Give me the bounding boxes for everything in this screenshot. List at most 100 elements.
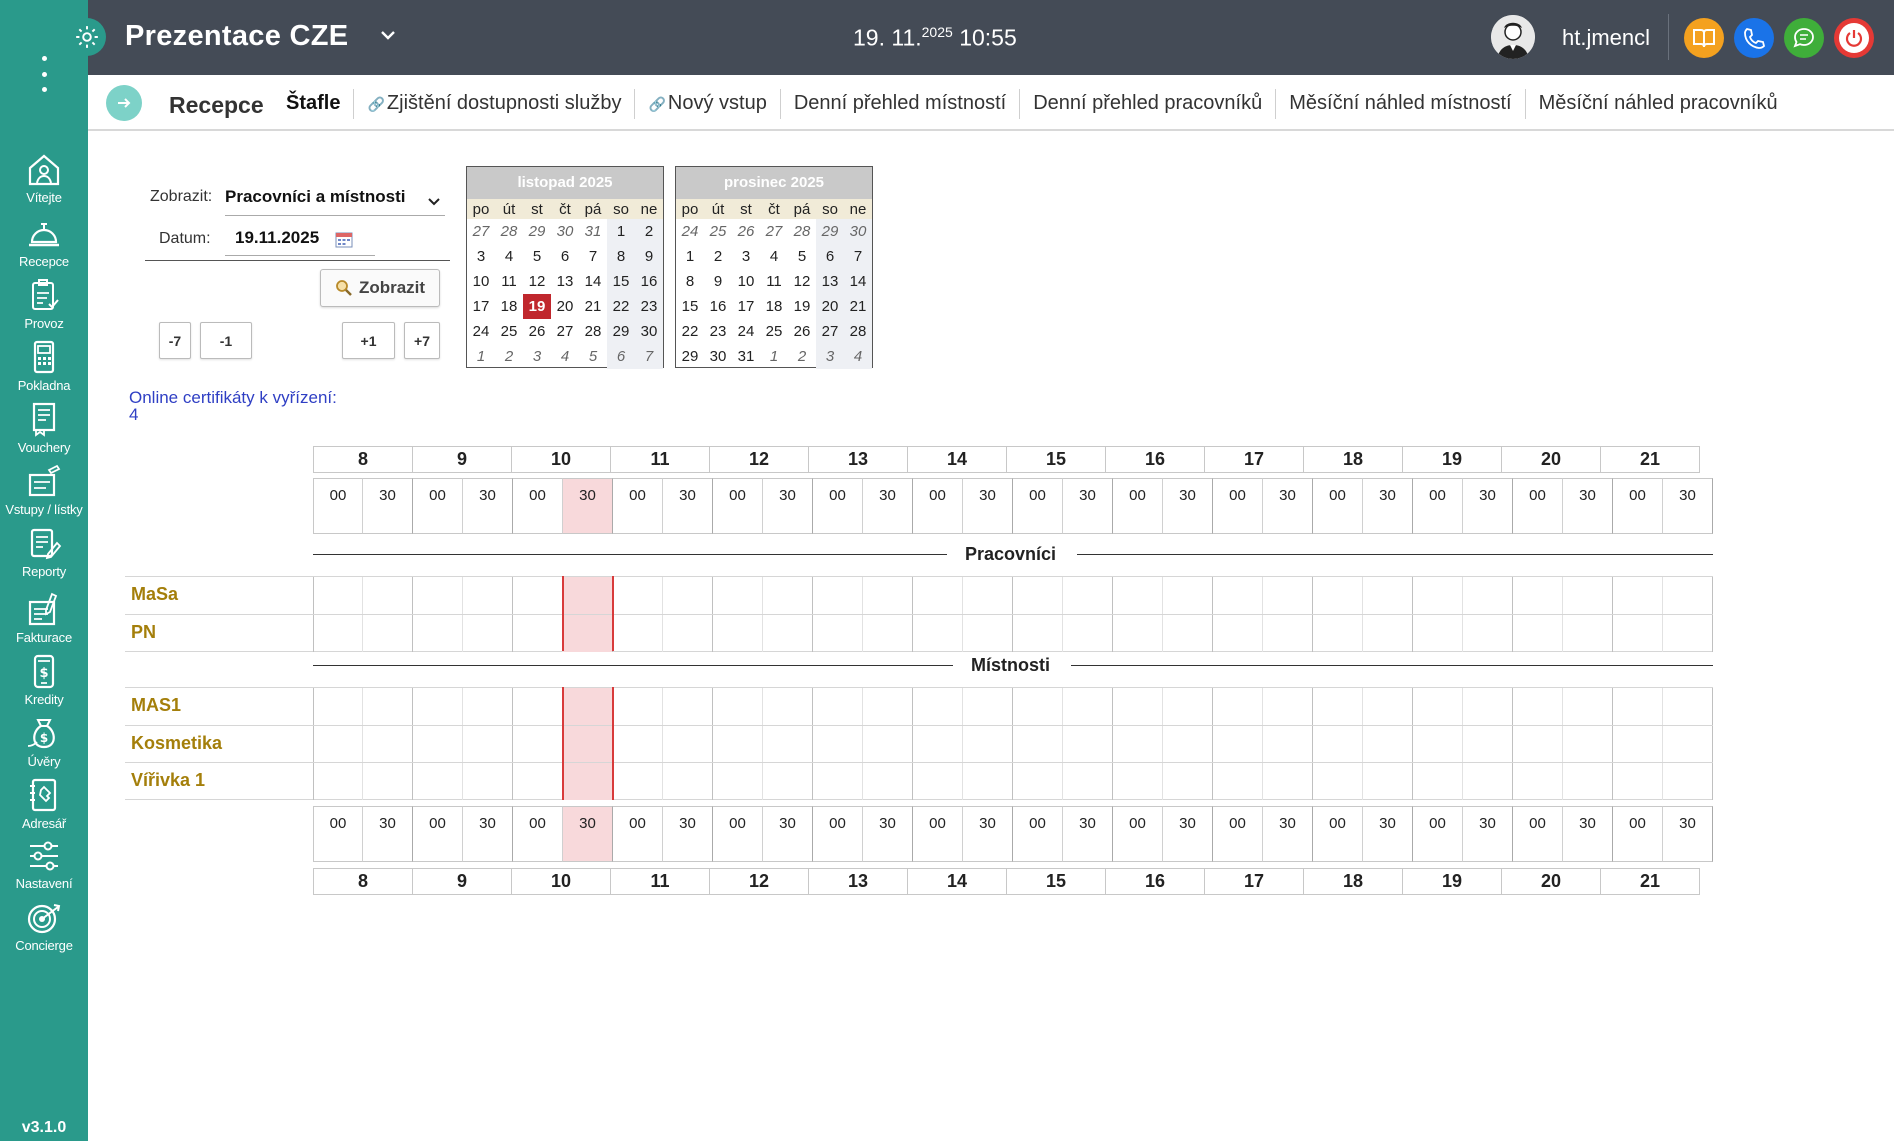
- time-slot[interactable]: [513, 614, 563, 652]
- phone-icon[interactable]: [1734, 18, 1774, 58]
- calendar-day[interactable]: 7: [844, 244, 872, 269]
- time-slot[interactable]: [913, 577, 963, 614]
- calendar-title[interactable]: listopad 2025: [467, 167, 663, 199]
- plus-7-days-button[interactable]: +7: [404, 322, 440, 359]
- time-slot[interactable]: [1213, 688, 1263, 725]
- time-slot[interactable]: [1613, 577, 1663, 614]
- calendar-day[interactable]: 5: [579, 344, 607, 369]
- time-slot[interactable]: [963, 614, 1013, 652]
- time-slot[interactable]: [913, 688, 963, 725]
- time-slot[interactable]: [1163, 577, 1213, 614]
- time-slot[interactable]: [1413, 614, 1463, 652]
- time-slot[interactable]: [1063, 725, 1113, 763]
- time-slot[interactable]: [1313, 688, 1363, 725]
- calendar-day[interactable]: 3: [467, 244, 495, 269]
- time-slot[interactable]: [1613, 614, 1663, 652]
- calendar-day[interactable]: 24: [467, 319, 495, 344]
- time-slot[interactable]: [1463, 688, 1513, 725]
- time-slot[interactable]: [413, 725, 463, 763]
- resource-name[interactable]: Kosmetika: [131, 733, 222, 754]
- time-slot[interactable]: [1513, 614, 1563, 652]
- time-slot[interactable]: [413, 614, 463, 652]
- calendar-day[interactable]: 9: [704, 269, 732, 294]
- time-slot[interactable]: [1613, 763, 1663, 800]
- time-slot[interactable]: [813, 614, 863, 652]
- calendar-day[interactable]: 26: [732, 219, 760, 244]
- time-slot[interactable]: [863, 725, 913, 763]
- time-slot[interactable]: [863, 614, 913, 652]
- time-slot[interactable]: [563, 725, 613, 763]
- time-slot[interactable]: [613, 577, 663, 614]
- time-slot[interactable]: [413, 577, 463, 614]
- calendar-day[interactable]: 10: [732, 269, 760, 294]
- time-slot[interactable]: [813, 763, 863, 800]
- time-slot[interactable]: [313, 725, 363, 763]
- sidebar-item-11[interactable]: Nastavení: [0, 836, 88, 906]
- time-slot[interactable]: [1513, 688, 1563, 725]
- sidebar-item-5[interactable]: Vstupy / lístky: [0, 462, 88, 532]
- time-slot[interactable]: [663, 725, 713, 763]
- time-slot[interactable]: [1513, 577, 1563, 614]
- calendar-day[interactable]: 29: [676, 344, 704, 369]
- chat-icon[interactable]: [1784, 18, 1824, 58]
- calendar-day[interactable]: 28: [579, 319, 607, 344]
- resource-name[interactable]: Vířivka 1: [131, 770, 205, 791]
- time-slot[interactable]: [763, 614, 813, 652]
- calendar-day[interactable]: 11: [760, 269, 788, 294]
- time-slot[interactable]: [1463, 577, 1513, 614]
- minus-1-day-button[interactable]: -1: [200, 322, 252, 359]
- calendar-day[interactable]: 2: [495, 344, 523, 369]
- calendar-day[interactable]: 29: [607, 319, 635, 344]
- time-slot[interactable]: [563, 614, 613, 652]
- sidebar-item-0[interactable]: Vítejte: [0, 150, 88, 220]
- time-slot[interactable]: [813, 577, 863, 614]
- calendar-day[interactable]: 20: [816, 294, 844, 319]
- calendar-day[interactable]: 26: [523, 319, 551, 344]
- time-slot[interactable]: [1363, 725, 1413, 763]
- time-slot[interactable]: [1563, 763, 1613, 800]
- time-slot[interactable]: [713, 763, 763, 800]
- calendar-day[interactable]: 25: [760, 319, 788, 344]
- time-slot[interactable]: [963, 763, 1013, 800]
- time-slot[interactable]: [1663, 725, 1713, 763]
- calendar-day[interactable]: 7: [579, 244, 607, 269]
- tab-5[interactable]: Měsíční náhled místností: [1276, 89, 1526, 119]
- time-slot[interactable]: [713, 725, 763, 763]
- time-slot[interactable]: [613, 725, 663, 763]
- time-slot[interactable]: [1363, 577, 1413, 614]
- time-slot[interactable]: [513, 577, 563, 614]
- time-slot[interactable]: [1263, 577, 1313, 614]
- calendar-day[interactable]: 12: [523, 269, 551, 294]
- username[interactable]: ht.jmencl: [1562, 25, 1650, 51]
- time-slot[interactable]: [713, 614, 763, 652]
- time-slot[interactable]: [1363, 614, 1413, 652]
- time-slot[interactable]: [1313, 725, 1363, 763]
- settings-gear-icon[interactable]: [68, 18, 106, 56]
- time-slot[interactable]: [363, 763, 413, 800]
- time-slot[interactable]: [363, 614, 413, 652]
- calendar-day[interactable]: 9: [635, 244, 663, 269]
- calendar-day[interactable]: 30: [704, 344, 732, 369]
- calendar-day[interactable]: 6: [607, 344, 635, 369]
- calendar-day[interactable]: 6: [816, 244, 844, 269]
- calendar-day[interactable]: 13: [551, 269, 579, 294]
- calendar-day[interactable]: 30: [635, 319, 663, 344]
- tab-3[interactable]: Denní přehled místností: [781, 89, 1021, 119]
- time-slot[interactable]: [1313, 614, 1363, 652]
- time-slot[interactable]: [1213, 577, 1263, 614]
- calendar-day[interactable]: 2: [788, 344, 816, 369]
- time-slot[interactable]: [1013, 614, 1063, 652]
- time-slot[interactable]: [1263, 614, 1313, 652]
- calendar-day[interactable]: 4: [551, 344, 579, 369]
- plus-1-day-button[interactable]: +1: [342, 322, 395, 359]
- time-slot[interactable]: [1063, 688, 1113, 725]
- calendar-day[interactable]: 1: [467, 344, 495, 369]
- time-slot[interactable]: [663, 614, 713, 652]
- calendar-day[interactable]: 31: [732, 344, 760, 369]
- time-slot[interactable]: [1163, 763, 1213, 800]
- time-slot[interactable]: [713, 688, 763, 725]
- time-slot[interactable]: [1063, 614, 1113, 652]
- arrow-right-icon[interactable]: [106, 85, 142, 121]
- time-slot[interactable]: [913, 614, 963, 652]
- more-menu-icon[interactable]: [30, 56, 58, 92]
